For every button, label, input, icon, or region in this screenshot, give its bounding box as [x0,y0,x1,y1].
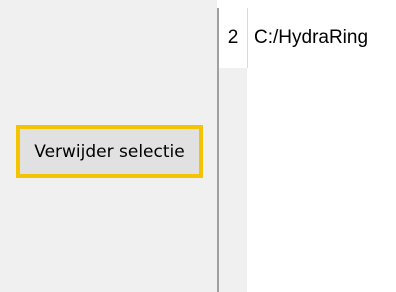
window-content: Verwijder selectie 2 C:/HydraRing [0,0,396,292]
delete-selection-button[interactable]: Verwijder selectie [16,125,203,178]
left-panel: Verwijder selectie [0,0,217,292]
row-header-2[interactable]: 2 [219,8,247,68]
grid-cell-path[interactable]: C:/HydraRing [247,8,396,68]
